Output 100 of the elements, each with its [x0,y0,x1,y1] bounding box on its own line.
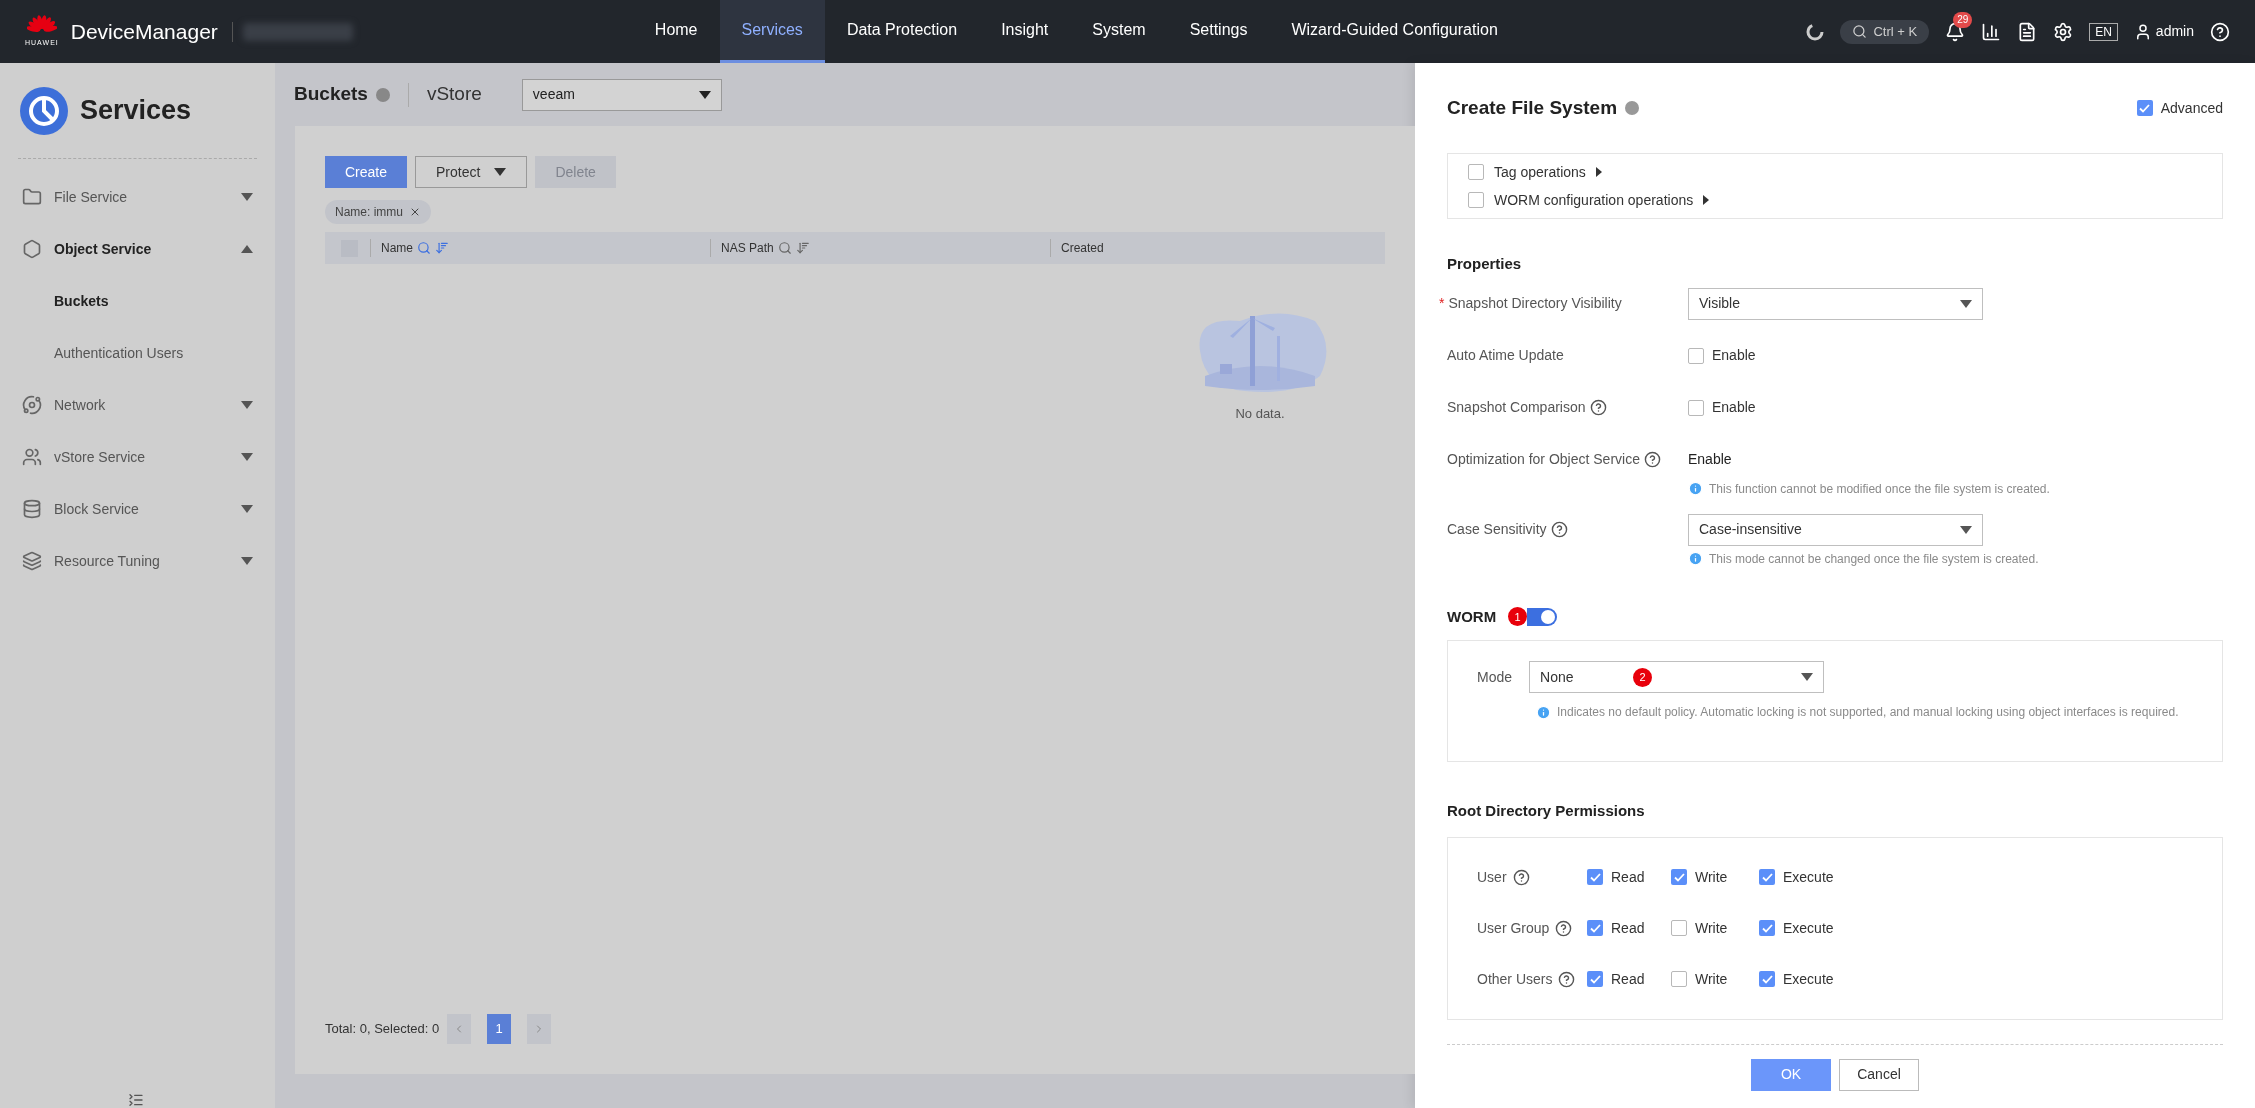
toolbar-button[interactable]: Protect [415,156,528,188]
checkbox-label: Write [1695,918,1728,938]
checkbox[interactable] [1468,192,1484,208]
checkbox[interactable] [1468,164,1484,180]
nav-tab[interactable]: System [1070,0,1168,63]
field-label: Case Sensitivity [1447,520,1547,539]
sidebar-item[interactable]: Resource Tuning [0,535,275,587]
select-value: Case-insensitive [1699,520,1802,539]
checkbox[interactable] [1587,869,1603,885]
sort-icon[interactable] [435,241,449,255]
column-header: Created [1061,240,1104,257]
nav-tab[interactable]: Home [632,0,720,63]
chart-icon[interactable] [1981,21,2002,42]
sidebar-item[interactable]: Network [0,379,275,431]
collapse-icon[interactable] [128,1092,144,1108]
checkbox[interactable] [1759,920,1775,936]
pie-chart-icon [20,86,68,135]
field-label: Snapshot Comparison [1447,398,1586,417]
field-value: Enable [1688,450,1733,469]
vstore-label: vStore [426,82,482,107]
search-icon [1852,24,1868,39]
hint-text: Indicates no default policy. Automatic locking is not supported, and manual locking using object interfaces is required. [1557,704,2179,721]
checkbox-label: Execute [1783,918,1834,938]
checkbox[interactable] [1587,971,1603,987]
caret-icon [494,168,507,176]
user-name[interactable]: admin [2155,21,2194,42]
cancel-button[interactable]: Cancel [1839,1058,1919,1091]
checkbox[interactable] [1671,920,1687,936]
spinner-icon [1806,22,1825,41]
app-name: DeviceManager [70,18,218,45]
section-heading: WORM [1447,606,1497,627]
select-field[interactable]: None 2 [1529,661,1825,693]
sort-icon[interactable] [795,241,810,255]
checkbox[interactable] [1688,347,1704,364]
info-icon [1688,481,1703,496]
sidebar-subitem[interactable]: Buckets [0,275,275,327]
caret-icon [1801,673,1814,681]
section-heading: Root Directory Permissions [1447,801,1646,821]
close-icon[interactable] [409,206,421,218]
checkbox[interactable] [1587,920,1603,936]
search-icon[interactable] [417,241,431,255]
checkbox[interactable] [1671,869,1687,885]
sidebar-icon [22,551,42,571]
language-button[interactable]: EN [2089,22,2118,41]
expand-arrow-icon[interactable] [1703,195,1710,205]
info-icon [1536,704,1551,720]
checkbox[interactable] [2136,100,2153,116]
checkbox-label: Read [1611,969,1645,989]
sidebar-item[interactable]: File Service [0,171,275,223]
filter-tag[interactable]: Name: immu [325,200,431,224]
caret-icon [241,505,253,513]
checkbox-label: Write [1695,969,1728,989]
field-label: Auto Atime Update [1447,346,1564,365]
checkbox-label: Read [1611,918,1645,938]
select-field[interactable]: Visible [1688,287,1983,320]
search-field[interactable]: Ctrl + K [1840,19,1930,44]
hint-text: This mode cannot be changed once the file system is created. [1709,550,2039,568]
page-button[interactable]: 1 [487,1014,512,1044]
nav-tab[interactable]: Services [719,0,825,63]
caret-icon [241,401,253,409]
nav-tab[interactable]: Insight [979,0,1071,63]
caret-icon [241,193,253,201]
caret-icon [698,90,711,99]
field-label: Mode [1477,667,1513,687]
select-field[interactable]: Case-insensitive [1688,513,1983,546]
panel-title: Create File System [1447,95,1618,120]
operation-label[interactable]: WORM configuration operations [1494,189,1694,211]
caret-icon [1960,299,1972,308]
checkbox-label: Enable [1712,398,1756,417]
caret-icon [241,453,253,461]
checkbox[interactable] [1671,971,1687,987]
toolbar-button[interactable]: Create [325,156,408,188]
checkbox[interactable] [1759,869,1775,885]
empty-text: No data. [1235,405,1285,423]
nav-tab[interactable]: Wizard-Guided Configuration [1269,0,1520,63]
nav-tab[interactable]: Data Protection [824,0,980,63]
operation-label[interactable]: Tag operations [1494,161,1586,183]
settings-icon[interactable] [2053,21,2074,42]
checkbox-label: Read [1611,867,1645,887]
sidebar-item[interactable]: vStore Service [0,431,275,483]
sidebar-item[interactable]: Block Service [0,483,275,535]
field-label: Snapshot Directory Visibility [1448,294,1622,313]
checkbox-label: Execute [1783,867,1834,887]
checkbox[interactable] [1759,971,1775,987]
vstore-select[interactable]: veeam [521,78,722,111]
field-label: Other Users [1477,969,1553,989]
search-icon[interactable] [777,241,792,255]
bell-icon[interactable] [1945,21,1966,42]
alert-count: 29 [1953,11,1973,28]
nav-tab[interactable]: Settings [1167,0,1270,63]
expand-arrow-icon[interactable] [1595,167,1602,177]
sidebar-item[interactable]: Object Service [0,223,275,275]
toggle-switch[interactable] [1527,607,1558,626]
checkbox[interactable] [1688,399,1704,416]
field-label: User [1477,867,1507,887]
sidebar-icon [22,447,42,467]
caret-icon [1960,525,1972,534]
sidebar-icon [22,395,42,415]
sidebar-subitem[interactable]: Authentication Users [0,327,275,379]
shortcut-text: Ctrl + K [1873,22,1918,41]
